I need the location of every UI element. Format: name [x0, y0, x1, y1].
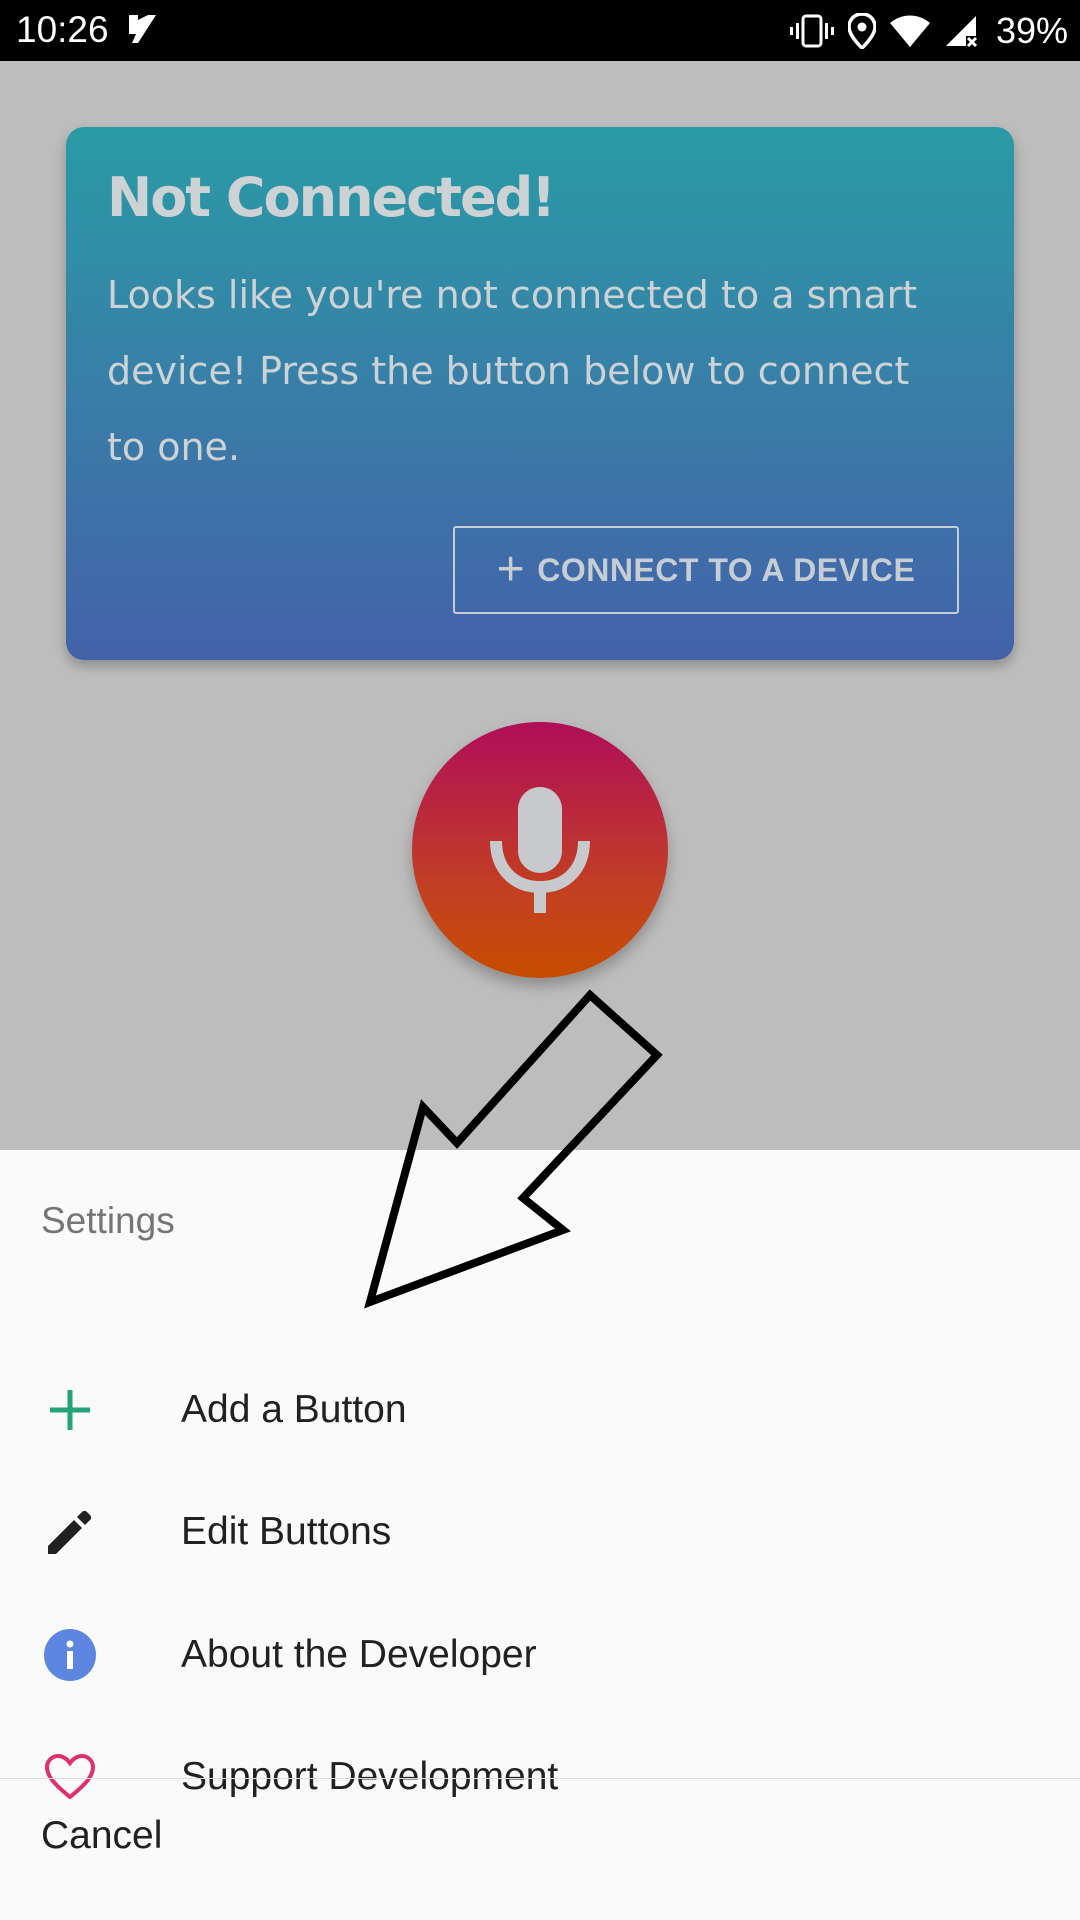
plus-icon: [40, 1380, 100, 1440]
menu-item-about-developer[interactable]: About the Developer: [0, 1595, 1080, 1715]
status-bar: 10:26 39%: [0, 0, 1080, 61]
status-time: 10:26: [16, 9, 109, 50]
divider: [0, 1778, 1080, 1779]
connection-card: Not Connected! Looks like you're not con…: [66, 127, 1014, 660]
menu-item-add-button[interactable]: Add a Button: [0, 1350, 1080, 1470]
connect-device-label: CONNECT TO A DEVICE: [537, 551, 916, 588]
vibrate-icon: [789, 14, 834, 48]
plus-icon: +: [496, 543, 526, 596]
wifi-icon: [889, 15, 930, 47]
card-body: Looks like you're not connected to a sma…: [107, 273, 918, 469]
menu-label: About the Developer: [181, 1633, 537, 1676]
cancel-button[interactable]: Cancel: [41, 1814, 162, 1858]
microphone-icon: [490, 787, 590, 913]
settings-sheet: Settings Add a Button Edit Buttons About…: [0, 1150, 1080, 1920]
menu-label: Support Development: [181, 1755, 559, 1798]
pencil-icon: [40, 1502, 100, 1562]
heart-icon: [40, 1747, 100, 1807]
sheet-title: Settings: [41, 1200, 175, 1241]
connect-device-button[interactable]: + CONNECT TO A DEVICE: [453, 526, 959, 614]
signal-icon: [945, 16, 977, 48]
location-icon: [847, 13, 876, 49]
menu-item-edit-buttons[interactable]: Edit Buttons: [0, 1472, 1080, 1592]
menu-label: Add a Button: [181, 1388, 407, 1431]
microphone-button[interactable]: [412, 722, 668, 978]
menu-label: Edit Buttons: [181, 1510, 392, 1553]
status-icons: 39%: [789, 10, 1068, 52]
battery-percent: 39%: [995, 10, 1068, 51]
card-title: Not Connected!: [107, 166, 556, 229]
app-notification-icon: [129, 15, 156, 43]
info-icon: [40, 1625, 100, 1685]
